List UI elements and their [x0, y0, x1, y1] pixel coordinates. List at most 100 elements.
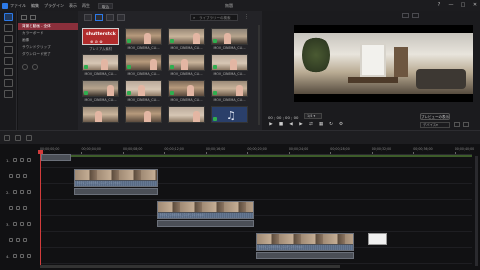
media-room-icon[interactable]: [4, 13, 13, 21]
media-tile[interactable]: MOV_CINEMA_CLI...: [211, 54, 248, 76]
media-tile[interactable]: shutterstck ⊕ ⊘ ⊗ プレミアム素材: [82, 28, 119, 51]
media-tile[interactable]: MOV_CINEMA_CLI...: [168, 28, 205, 50]
split-icon[interactable]: [15, 134, 21, 141]
category-item-sound-clips[interactable]: サウンドクリップ: [18, 44, 78, 51]
preview-video[interactable]: [294, 25, 473, 102]
library-scrollbar[interactable]: [258, 25, 260, 125]
track-visibility-icon[interactable]: [12, 158, 17, 162]
color-board-filter-button[interactable]: [106, 13, 114, 21]
track-mute-icon[interactable]: [26, 222, 31, 226]
track-lock-icon[interactable]: [16, 206, 20, 210]
menu-edit[interactable]: 編集: [31, 3, 39, 9]
media-tile[interactable]: MOV_CINEMA_CLI...: [125, 28, 162, 50]
preview-display-button[interactable]: プレビューの表示: [420, 113, 450, 120]
library-search-input[interactable]: ⌕ ライブラリーの検索: [190, 14, 238, 21]
maximize-icon[interactable]: □: [460, 2, 466, 8]
media-tile[interactable]: MOV_CINEMA_CLI...: [82, 54, 119, 76]
track-lock-icon[interactable]: [19, 222, 24, 226]
color-board-clip[interactable]: [368, 233, 387, 245]
previous-frame-icon[interactable]: ◀: [288, 122, 294, 128]
track-mute-icon[interactable]: [23, 174, 27, 178]
menu-playback[interactable]: 再生: [82, 3, 90, 9]
preview-quality-select[interactable]: 1/4 ▾: [304, 113, 322, 119]
fast-forward-icon[interactable]: ⇄: [308, 122, 314, 128]
media-tile[interactable]: [168, 106, 205, 128]
timeline-vertical-scrollbar[interactable]: [475, 156, 478, 266]
menu-view[interactable]: 表示: [69, 3, 77, 9]
undock-icon[interactable]: [454, 122, 460, 127]
media-tile[interactable]: MOV_CINEMA_CLI...: [125, 80, 162, 102]
search-category-icon[interactable]: [32, 64, 38, 70]
video-clip-track1[interactable]: [41, 154, 71, 161]
settings-icon[interactable]: ⚙: [338, 122, 344, 128]
track-mute-icon[interactable]: [26, 158, 31, 162]
track-visibility-icon[interactable]: [12, 254, 17, 258]
track-mute-icon[interactable]: [26, 254, 31, 258]
play-icon[interactable]: ▶: [268, 122, 274, 128]
display-mode-select[interactable]: デバイス▾: [420, 122, 450, 128]
playhead[interactable]: [40, 152, 41, 268]
menu-file[interactable]: ファイル: [10, 3, 26, 9]
media-tile[interactable]: MOV_CINEMA_CLI...: [125, 54, 162, 76]
minimize-icon[interactable]: —: [448, 2, 454, 8]
audio-clip-3[interactable]: [256, 252, 354, 259]
repeat-icon[interactable]: ↻: [328, 122, 334, 128]
track-lane[interactable]: [40, 152, 472, 168]
add-category-icon[interactable]: [22, 64, 28, 70]
audio-clip-2[interactable]: [157, 220, 254, 227]
timeline-horizontal-scrollbar[interactable]: [40, 265, 340, 268]
media-tile[interactable]: [82, 106, 119, 128]
effects-room-icon[interactable]: [4, 24, 13, 32]
particle-room-icon[interactable]: [4, 46, 13, 54]
video-clip-3[interactable]: MOV_CINEMA_CLIP_03.mp4: [256, 233, 354, 251]
track-manager-icon[interactable]: [4, 134, 10, 141]
track-lock-icon[interactable]: [19, 190, 24, 194]
category-item-color-boards[interactable]: カラーボード: [18, 30, 78, 37]
media-tile[interactable]: ♫: [211, 106, 248, 128]
category-item-backgrounds-video[interactable]: 背景と動画 - 全体: [18, 23, 78, 30]
snapshot-icon[interactable]: ▦: [318, 122, 324, 128]
track-visibility-icon[interactable]: [9, 206, 13, 210]
track-visibility-icon[interactable]: [9, 238, 13, 242]
track-lock-icon[interactable]: [16, 238, 20, 242]
media-tile[interactable]: MOV_CINEMA_CLI...: [168, 54, 205, 76]
voiceover-room-icon[interactable]: [4, 90, 13, 98]
track-lock-icon[interactable]: [19, 158, 24, 162]
title-room-icon[interactable]: [4, 57, 13, 65]
media-content-filter-button[interactable]: [95, 13, 103, 21]
pip-room-icon[interactable]: [4, 35, 13, 43]
import-media-button[interactable]: [84, 13, 92, 21]
transition-room-icon[interactable]: [4, 68, 13, 76]
clip-mode-icon[interactable]: [402, 13, 409, 18]
video-clip-2[interactable]: MOV_CINEMA_CLIP_02.mp4: [157, 201, 254, 219]
track-mute-icon[interactable]: [23, 206, 27, 210]
track-lock-icon[interactable]: [19, 254, 24, 258]
media-tile[interactable]: MOV_CINEMA_CLI...: [82, 80, 119, 102]
media-tile[interactable]: MOV_CINEMA_CLI...: [211, 80, 248, 102]
import-mode-button[interactable]: 取込: [98, 2, 114, 9]
list-icon[interactable]: [30, 14, 36, 20]
edit-icon[interactable]: [26, 134, 32, 141]
track-lane[interactable]: [40, 200, 472, 216]
movie-mode-icon[interactable]: [412, 13, 419, 18]
track-lock-icon[interactable]: [16, 174, 20, 178]
folder-icon[interactable]: [21, 14, 27, 20]
stop-icon[interactable]: ■: [278, 122, 284, 128]
video-clip-1[interactable]: MOV_CINEMA_CLIP_01.mp4: [74, 169, 158, 187]
track-mute-icon[interactable]: [26, 190, 31, 194]
track-visibility-icon[interactable]: [12, 190, 17, 194]
menu-plugins[interactable]: プラグイン: [44, 3, 64, 9]
library-menu-icon[interactable]: ⋮: [244, 14, 249, 20]
media-tile[interactable]: MOV_CINEMA_CLI...: [168, 80, 205, 102]
media-tile[interactable]: [125, 106, 162, 128]
track-visibility-icon[interactable]: [9, 174, 13, 178]
track-lane[interactable]: [40, 216, 472, 232]
audio-clip-1[interactable]: [74, 188, 158, 195]
close-icon[interactable]: ✕: [472, 2, 478, 8]
category-item-images[interactable]: 画像: [18, 37, 78, 44]
fullscreen-icon[interactable]: [463, 122, 469, 127]
media-tile[interactable]: MOV_CINEMA_CLI...: [211, 28, 248, 50]
track-mute-icon[interactable]: [23, 238, 27, 242]
next-frame-icon[interactable]: ▶: [298, 122, 304, 128]
audio-mixing-room-icon[interactable]: [4, 79, 13, 87]
